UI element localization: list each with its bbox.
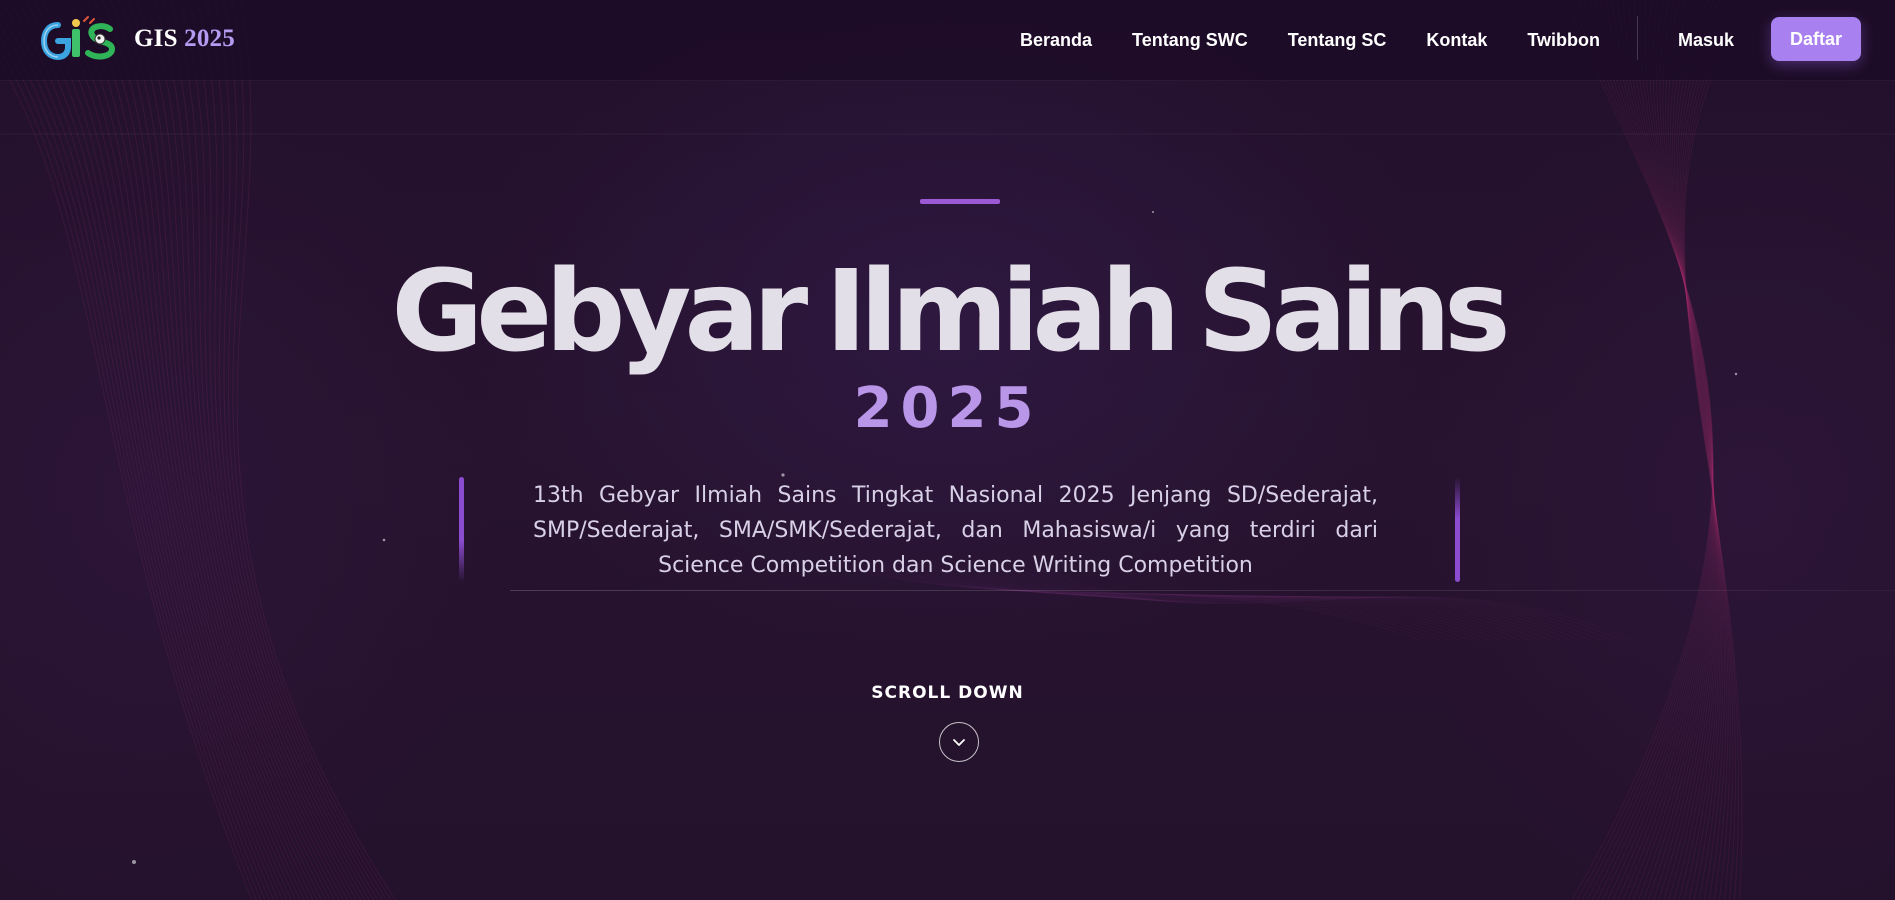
navbar: GIS 2025 Beranda Tentang SWC Tentang SC … — [0, 0, 1895, 80]
hero-accent-bar — [920, 199, 1000, 204]
gis-logo-icon — [40, 16, 116, 61]
register-button[interactable]: Daftar — [1771, 17, 1861, 61]
description-accent-left — [459, 477, 464, 582]
brand-link[interactable]: GIS 2025 — [40, 12, 235, 66]
nav-item-beranda[interactable]: Beranda — [1020, 30, 1092, 51]
description-divider — [510, 590, 1895, 591]
main-nav: Beranda Tentang SWC Tentang SC Kontak Tw… — [1020, 0, 1600, 80]
scroll-down-label: SCROLL DOWN — [871, 683, 1024, 703]
login-link[interactable]: Masuk — [1678, 0, 1734, 80]
wave-lines-decoration — [0, 0, 1895, 900]
nav-item-kontak[interactable]: Kontak — [1426, 30, 1487, 51]
hero-description: 13th Gebyar Ilmiah Sains Tingkat Nasiona… — [533, 483, 1378, 578]
description-accent-right — [1455, 477, 1460, 582]
brand-name: GIS — [134, 25, 178, 52]
nav-item-twibbon[interactable]: Twibbon — [1527, 30, 1600, 51]
nav-divider — [1637, 16, 1638, 60]
hero-year: 2025 — [853, 376, 1042, 441]
hero-title: Gebyar Ilmiah Sains — [391, 247, 1510, 377]
chevron-down-icon — [953, 739, 965, 746]
nav-item-tentang-swc[interactable]: Tentang SWC — [1132, 30, 1248, 51]
hero-background — [0, 0, 1895, 900]
nav-item-tentang-sc[interactable]: Tentang SC — [1288, 30, 1387, 51]
brand-year: 2025 — [184, 25, 235, 52]
brand-title: GIS 2025 — [134, 25, 235, 53]
scroll-down-button[interactable] — [939, 722, 979, 762]
